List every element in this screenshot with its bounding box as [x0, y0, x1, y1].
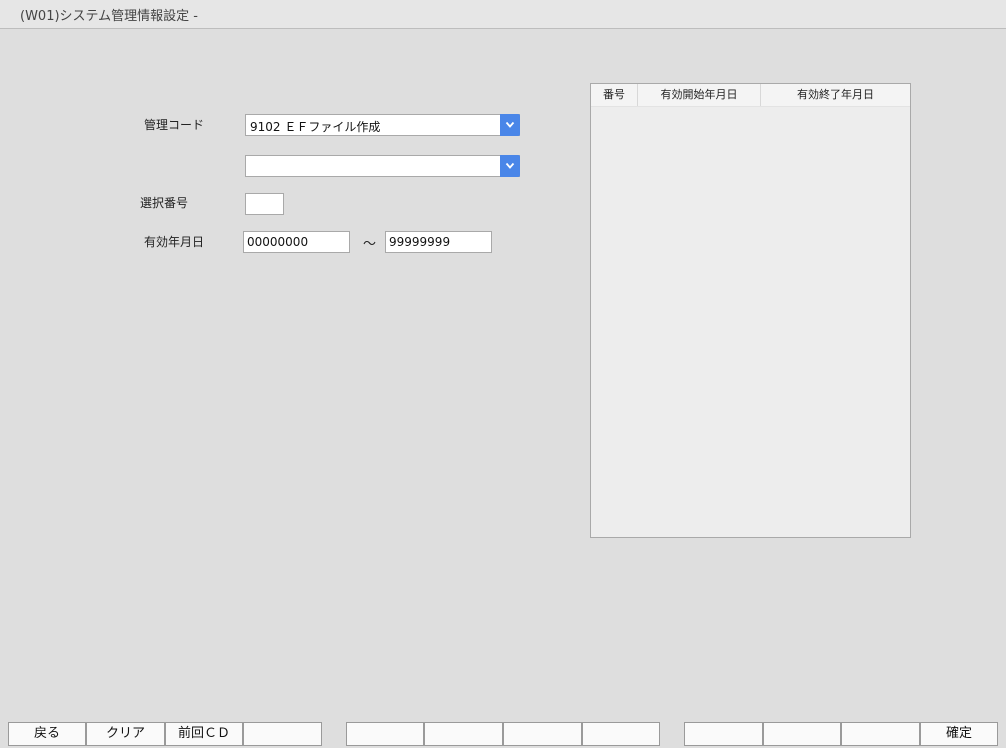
grid-header-end-date[interactable]: 有効終了年月日	[761, 84, 910, 106]
previous-cd-button[interactable]: 前回ＣＤ	[165, 722, 243, 746]
selection-number-label: 選択番号	[140, 196, 189, 210]
function-button-10[interactable]	[763, 722, 841, 746]
sub-code-select[interactable]	[245, 155, 520, 177]
back-button[interactable]: 戻る	[8, 722, 86, 746]
date-range-tilde: ～	[363, 237, 377, 252]
management-code-select[interactable]: 9102 ＥＦファイル作成	[245, 114, 520, 136]
valid-date-from-input[interactable]: 00000000	[243, 231, 350, 253]
management-code-value: 9102 ＥＦファイル作成	[250, 120, 381, 134]
function-button-4[interactable]	[243, 722, 322, 746]
chevron-down-icon	[505, 162, 515, 169]
validity-grid[interactable]: 番号 有効開始年月日 有効終了年月日	[590, 83, 911, 538]
function-button-9[interactable]	[684, 722, 763, 746]
chevron-down-icon	[505, 121, 515, 128]
grid-header-number[interactable]: 番号	[591, 84, 638, 106]
function-button-11[interactable]	[841, 722, 920, 746]
function-button-8[interactable]	[582, 722, 660, 746]
sub-code-dropdown-button[interactable]	[500, 155, 520, 177]
function-button-6[interactable]	[424, 722, 503, 746]
selection-number-input[interactable]	[245, 193, 284, 215]
title-bar: (W01)システム管理情報設定 -	[0, 0, 1006, 29]
management-code-dropdown-button[interactable]	[500, 114, 520, 136]
valid-date-to-input[interactable]: 99999999	[385, 231, 492, 253]
function-button-7[interactable]	[503, 722, 582, 746]
window-title: (W01)システム管理情報設定 -	[20, 9, 198, 24]
clear-button[interactable]: クリア	[86, 722, 165, 746]
valid-date-label: 有効年月日	[144, 235, 205, 249]
function-button-5[interactable]	[346, 722, 424, 746]
grid-header: 番号 有効開始年月日 有効終了年月日	[591, 84, 910, 107]
grid-header-start-date[interactable]: 有効開始年月日	[638, 84, 761, 106]
management-code-label: 管理コード	[144, 118, 205, 132]
confirm-button[interactable]: 確定	[920, 722, 998, 746]
